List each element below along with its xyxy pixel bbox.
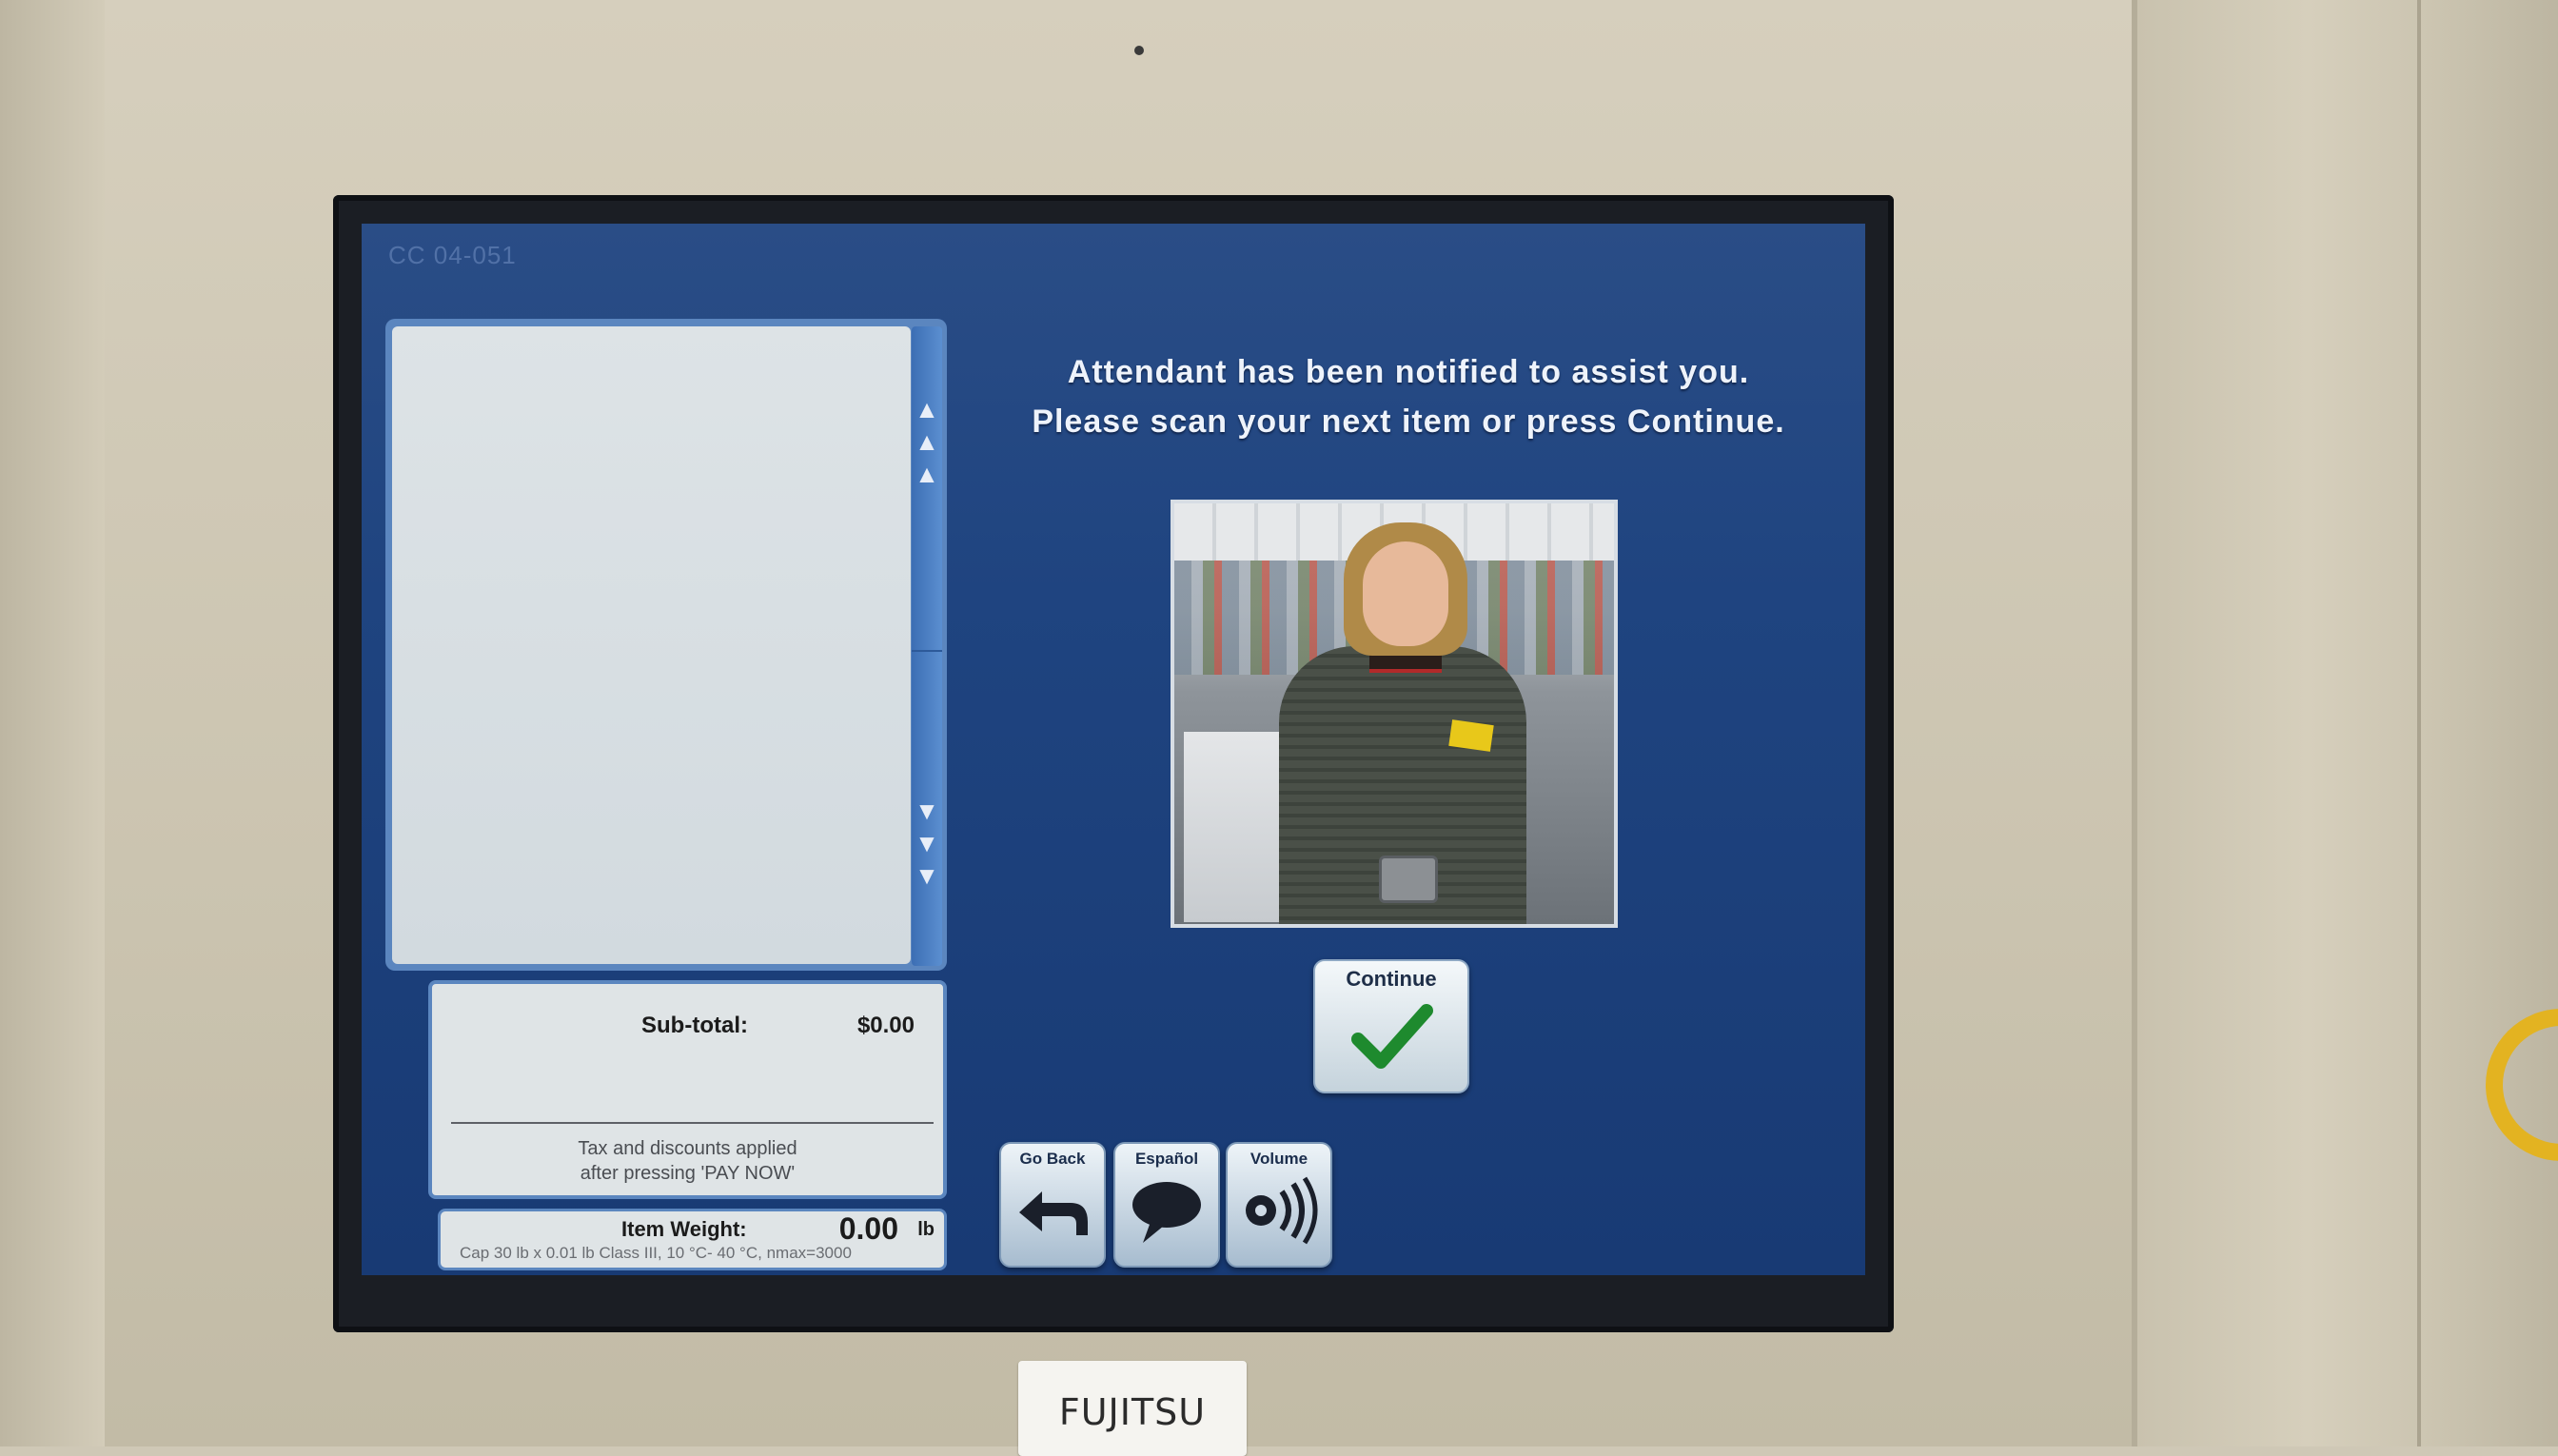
item-weight-panel: Item Weight: 0.00 lb Cap 30 lb x 0.01 lb… <box>438 1209 947 1270</box>
brand-logo-text: FUJITSU <box>1058 1391 1207 1433</box>
subtotal-panel: Sub-total: $0.00 Tax and discounts appli… <box>428 980 947 1199</box>
go-back-label: Go Back <box>1019 1150 1086 1168</box>
espanol-button[interactable]: Español <box>1113 1142 1220 1268</box>
subtotal-label: Sub-total: <box>641 1013 748 1038</box>
tax-note-line2: after pressing 'PAY NOW' <box>580 1163 796 1184</box>
screen-code: CC 04-051 <box>388 241 517 269</box>
message-line2: Please scan your next item or press Cont… <box>1032 403 1785 440</box>
attendant-message: Attendant has been notified to assist yo… <box>971 347 1846 446</box>
item-list-scrollbar[interactable]: ▲ ▲ ▲ ▼ ▼ ▼ <box>912 326 942 966</box>
photo-handheld-device <box>1379 856 1438 903</box>
item-list <box>392 326 911 964</box>
tax-note: Tax and discounts applied after pressing… <box>432 1136 943 1186</box>
back-arrow-icon <box>1019 1191 1088 1235</box>
scroll-up-icon[interactable]: ▲ ▲ ▲ <box>912 326 942 640</box>
photo-attendant-face <box>1363 541 1448 646</box>
checkmark-icon <box>1351 1004 1433 1069</box>
volume-label: Volume <box>1249 1150 1309 1168</box>
continue-label: Continue <box>1346 967 1437 991</box>
divider <box>451 1122 934 1124</box>
photo-name-badge <box>1448 719 1494 752</box>
screw <box>1134 46 1144 55</box>
brand-label: FUJITSU <box>1018 1361 1247 1456</box>
side-panel-door <box>2417 0 2558 1446</box>
speech-bubble-icon <box>1132 1182 1201 1243</box>
scroll-down-icon[interactable]: ▼ ▼ ▼ <box>912 650 942 964</box>
subtotal-value: $0.00 <box>856 1013 915 1038</box>
message-line1: Attendant has been notified to assist yo… <box>1067 354 1750 390</box>
kiosk-screen: CC 04-051 ▲ ▲ ▲ ▼ ▼ ▼ Sub-total: $0.00 Tax a… <box>362 224 1865 1275</box>
volume-button[interactable]: Volume <box>1226 1142 1332 1268</box>
housing-edge <box>0 0 105 1446</box>
tax-note-line1: Tax and discounts applied <box>578 1138 797 1159</box>
speaker-icon <box>1246 1176 1318 1245</box>
go-back-button[interactable]: Go Back <box>999 1142 1106 1268</box>
item-weight-value: 0.00 <box>838 1211 898 1246</box>
continue-button[interactable]: Continue <box>1313 959 1469 1093</box>
espanol-label: Español <box>1134 1150 1199 1168</box>
attendant-photo <box>1171 500 1618 928</box>
item-weight-label: Item Weight: <box>621 1217 747 1241</box>
scale-spec: Cap 30 lb x 0.01 lb Class III, 10 °C- 40… <box>460 1244 852 1262</box>
item-weight-unit: lb <box>917 1219 935 1240</box>
